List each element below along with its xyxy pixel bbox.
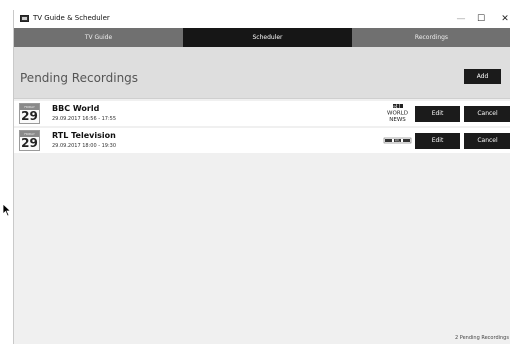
- minimize-button[interactable]: —: [450, 12, 472, 26]
- cancel-button[interactable]: Cancel: [464, 106, 510, 122]
- window-title: TV Guide & Scheduler: [33, 14, 110, 22]
- channel-name: BBC World: [52, 104, 100, 113]
- tab-scheduler[interactable]: Scheduler: [183, 28, 352, 47]
- calendar-icon: FRIDAY 29: [19, 103, 40, 124]
- rtl-logo: RTL: [383, 137, 412, 144]
- pending-count: 2 Pending Recordings: [455, 335, 509, 341]
- title-bar[interactable]: TV Guide & Scheduler — ☐ ✕: [14, 10, 510, 28]
- calendar-icon: FRIDAY 29: [19, 130, 40, 151]
- page-title: Pending Recordings: [20, 71, 139, 85]
- calendar-day: 29: [21, 109, 38, 123]
- mouse-cursor-icon: [2, 203, 12, 217]
- status-bar: 2 Pending Recordings: [14, 333, 510, 344]
- logo-text-world: WORLD: [387, 111, 408, 117]
- edit-button[interactable]: Edit: [415, 133, 460, 149]
- tab-tv-guide[interactable]: TV Guide: [14, 28, 183, 47]
- tab-bar: TV Guide Scheduler Recordings: [14, 28, 510, 47]
- logo-text-rtl: RTL: [395, 139, 400, 143]
- maximize-button[interactable]: ☐: [470, 12, 492, 26]
- tab-recordings[interactable]: Recordings: [352, 28, 510, 47]
- cancel-button[interactable]: Cancel: [464, 133, 510, 149]
- list-item[interactable]: FRIDAY 29 RTL Television 29.09.2017 18:0…: [14, 128, 510, 153]
- close-button[interactable]: ✕: [494, 12, 510, 26]
- app-window: TV Guide & Scheduler — ☐ ✕ TV Guide Sche…: [13, 10, 510, 344]
- recordings-list: FRIDAY 29 BBC World 29.09.2017 16:56 - 1…: [14, 101, 510, 155]
- logo-text-bbc: BBC: [391, 104, 397, 108]
- add-recording-button[interactable]: Add: [464, 69, 501, 84]
- bbc-world-news-logo: BBC WORLD NEWS: [387, 104, 408, 123]
- recording-time: 29.09.2017 18:00 - 19:30: [52, 143, 117, 149]
- recording-time: 29.09.2017 16:56 - 17:55: [52, 116, 117, 122]
- channel-name: RTL Television: [52, 131, 116, 140]
- edit-button[interactable]: Edit: [415, 106, 460, 122]
- calendar-day: 29: [21, 136, 38, 150]
- tv-icon: [20, 15, 29, 22]
- page-header: Pending Recordings Add: [14, 47, 510, 99]
- list-item[interactable]: FRIDAY 29 BBC World 29.09.2017 16:56 - 1…: [14, 101, 510, 126]
- logo-text-news: NEWS: [389, 117, 406, 123]
